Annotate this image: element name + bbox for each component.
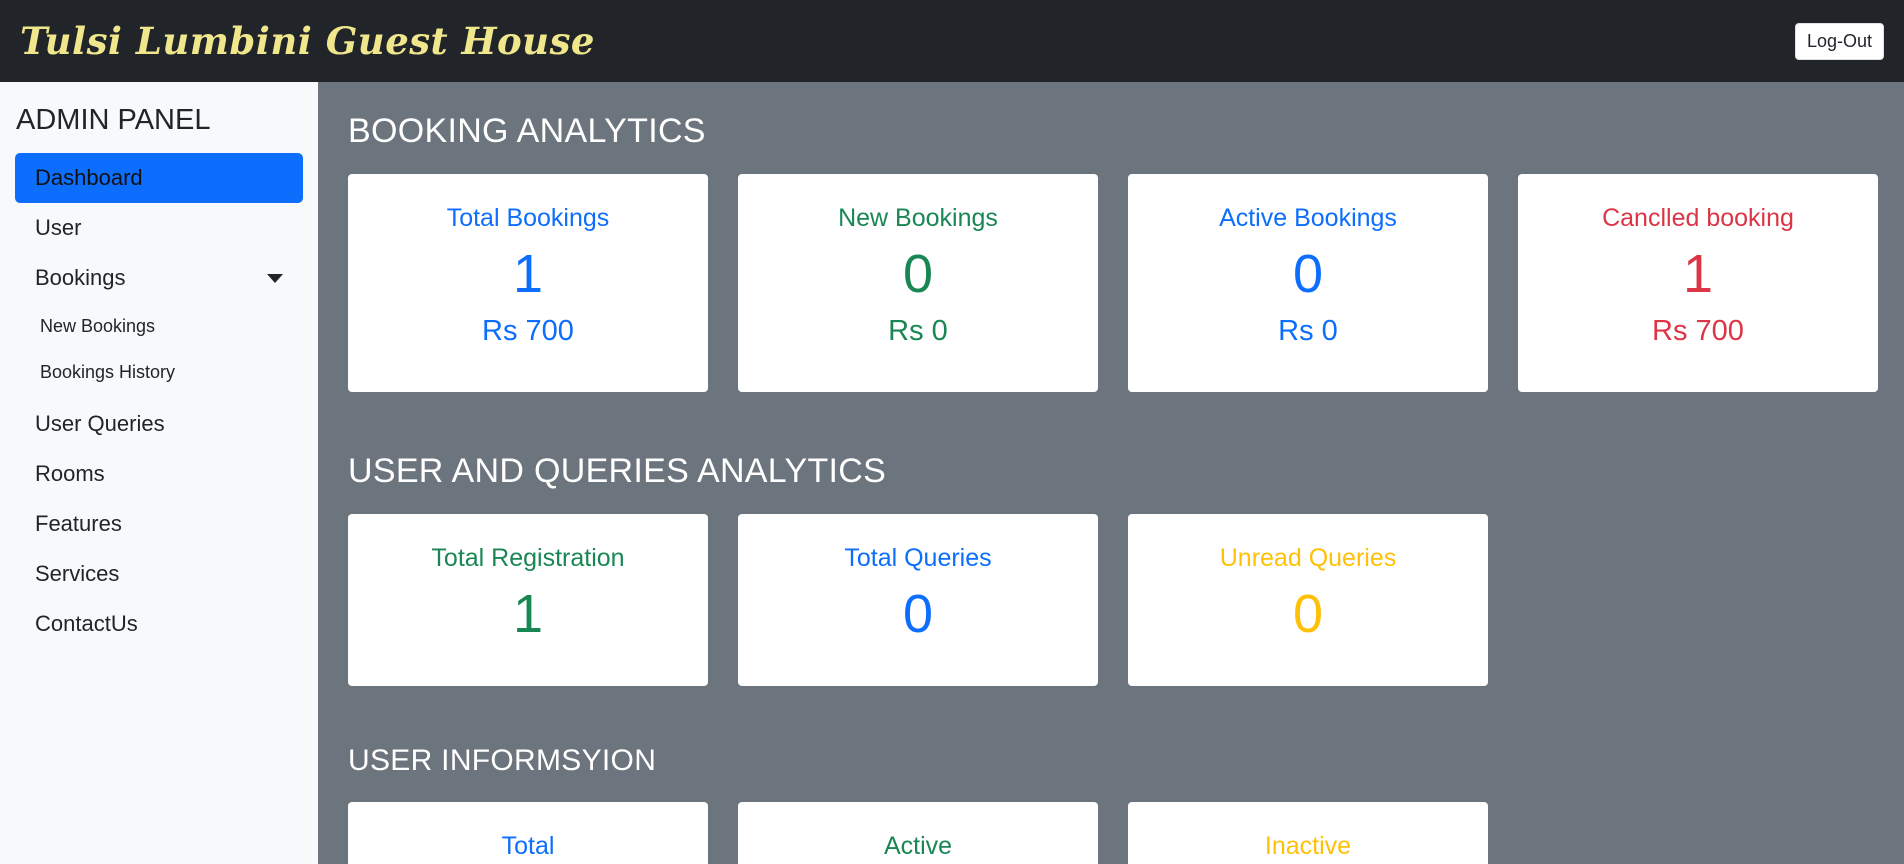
sidebar-item-contactus[interactable]: ContactUs xyxy=(15,599,303,649)
sidebar-item-label: User xyxy=(35,215,82,240)
active-users-card[interactable]: Active xyxy=(738,802,1098,864)
card-amount: Rs 0 xyxy=(888,315,948,347)
sidebar-item-label: Features xyxy=(35,511,122,536)
card-title: Active xyxy=(883,832,953,860)
sidebar-item-user[interactable]: User xyxy=(15,203,303,253)
card-amount: Rs 0 xyxy=(1278,315,1338,347)
sidebar-item-label: Rooms xyxy=(35,461,105,486)
dashboard-main: BOOKING ANALYTICS Total Bookings 1 Rs 70… xyxy=(318,82,1904,864)
booking-analytics-title: BOOKING ANALYTICS xyxy=(348,112,706,150)
card-count: 1 xyxy=(512,244,544,304)
logout-button[interactable]: Log-Out xyxy=(1794,22,1884,60)
sidebar-item-user-queries[interactable]: User Queries xyxy=(15,399,303,449)
card-title: Total Bookings xyxy=(446,204,610,232)
card-title: Active Bookings xyxy=(1219,204,1397,232)
card-title: Total xyxy=(501,832,555,860)
active-bookings-card[interactable]: Active Bookings 0 Rs 0 xyxy=(1128,174,1488,392)
inactive-users-card[interactable]: Inactive xyxy=(1128,802,1488,864)
cancelled-booking-card[interactable]: Canclled booking 1 Rs 700 xyxy=(1518,174,1878,392)
total-queries-card[interactable]: Total Queries 0 xyxy=(738,514,1098,686)
sidebar-item-label: ContactUs xyxy=(35,611,138,636)
sidebar-item-label: Bookings xyxy=(35,265,126,290)
user-information-title: USER INFORMSYION xyxy=(348,744,657,777)
sidebar-item-label: Dashboard xyxy=(35,165,143,190)
sidebar-item-label: User Queries xyxy=(35,411,165,436)
card-title: Inactive xyxy=(1264,832,1352,860)
card-count: 0 xyxy=(902,584,934,644)
admin-sidebar: ADMIN PANEL Dashboard User Bookings New … xyxy=(0,82,318,864)
bookings-group: Bookings New Bookings Bookings History xyxy=(15,253,303,395)
user-queries-analytics-title: USER AND QUERIES ANALYTICS xyxy=(348,452,887,490)
card-amount: Rs 700 xyxy=(482,315,574,347)
unread-queries-card[interactable]: Unread Queries 0 xyxy=(1128,514,1488,686)
total-users-card[interactable]: Total xyxy=(348,802,708,864)
new-bookings-card[interactable]: New Bookings 0 Rs 0 xyxy=(738,174,1098,392)
sidebar-item-rooms[interactable]: Rooms xyxy=(15,449,303,499)
admin-panel-title: ADMIN PANEL xyxy=(16,104,211,136)
sidebar-subitem-bookings-history[interactable]: Bookings History xyxy=(15,349,303,395)
site-brand[interactable]: Tulsi Lumbini Guest House xyxy=(20,19,595,63)
card-amount: Rs 700 xyxy=(1652,315,1744,347)
total-registration-card[interactable]: Total Registration 1 xyxy=(348,514,708,686)
sidebar-item-features[interactable]: Features xyxy=(15,499,303,549)
card-count: 1 xyxy=(1682,244,1714,304)
card-count: 0 xyxy=(1292,244,1324,304)
card-title: Total Queries xyxy=(844,544,992,572)
sidebar-subitem-new-bookings[interactable]: New Bookings xyxy=(15,303,303,349)
card-count: 0 xyxy=(902,244,934,304)
caret-down-icon[interactable] xyxy=(267,273,283,283)
card-title: Unread Queries xyxy=(1219,544,1397,572)
sidebar-item-label: Services xyxy=(35,561,120,586)
card-title: Total Registration xyxy=(431,544,625,572)
card-count: 0 xyxy=(1292,584,1324,644)
sidebar-item-bookings[interactable]: Bookings xyxy=(15,253,303,303)
card-title: Canclled booking xyxy=(1602,204,1794,232)
total-bookings-card[interactable]: Total Bookings 1 Rs 700 xyxy=(348,174,708,392)
card-title: New Bookings xyxy=(838,204,998,232)
card-count: 1 xyxy=(512,584,544,644)
sidebar-item-services[interactable]: Services xyxy=(15,549,303,599)
sidebar-item-dashboard[interactable]: Dashboard xyxy=(15,153,303,203)
top-navbar: Tulsi Lumbini Guest House Log-Out xyxy=(0,0,1904,82)
